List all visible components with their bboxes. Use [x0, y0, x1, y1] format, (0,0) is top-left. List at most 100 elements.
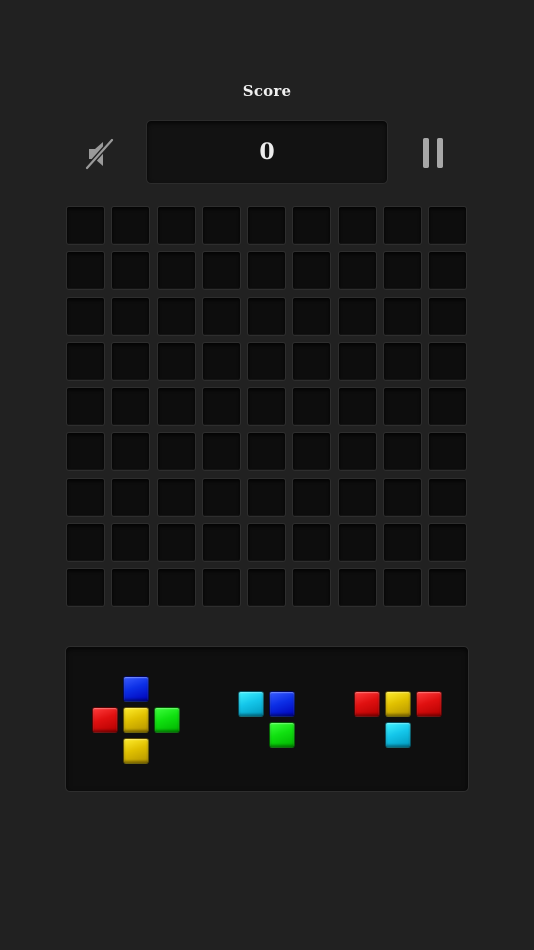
pause-button[interactable] — [416, 134, 450, 172]
board-cell[interactable] — [383, 523, 422, 562]
board-cell[interactable] — [338, 478, 377, 517]
game-board — [66, 206, 468, 608]
board-cell[interactable] — [292, 523, 331, 562]
board-cell[interactable] — [292, 387, 331, 426]
board-cell[interactable] — [111, 432, 150, 471]
board-cell[interactable] — [66, 523, 105, 562]
board-cell[interactable] — [111, 387, 150, 426]
board-cell[interactable] — [66, 478, 105, 517]
board-cell[interactable] — [383, 387, 422, 426]
board-cell[interactable] — [202, 387, 241, 426]
board-cell[interactable] — [202, 432, 241, 471]
board-cell[interactable] — [428, 206, 467, 245]
board-cell[interactable] — [202, 568, 241, 607]
board-cell[interactable] — [202, 206, 241, 245]
mute-button[interactable] — [82, 136, 118, 172]
board-cell[interactable] — [247, 478, 286, 517]
board-cell[interactable] — [202, 251, 241, 290]
board-cell[interactable] — [383, 251, 422, 290]
board-cell[interactable] — [157, 568, 196, 607]
board-cell[interactable] — [292, 342, 331, 381]
board-cell[interactable] — [383, 478, 422, 517]
board-cell[interactable] — [338, 432, 377, 471]
board-cell[interactable] — [383, 342, 422, 381]
board-cell[interactable] — [157, 206, 196, 245]
board-cell[interactable] — [66, 387, 105, 426]
board-cell[interactable] — [428, 342, 467, 381]
board-cell[interactable] — [247, 206, 286, 245]
board-cell[interactable] — [428, 297, 467, 336]
block-green — [269, 722, 295, 748]
board-cell[interactable] — [111, 297, 150, 336]
block-red — [92, 707, 118, 733]
board-cell[interactable] — [428, 432, 467, 471]
score-display: 0 — [146, 120, 388, 184]
board-cell[interactable] — [338, 251, 377, 290]
block-blue — [123, 676, 149, 702]
board-cell[interactable] — [157, 387, 196, 426]
board-cell[interactable] — [202, 478, 241, 517]
block-blue — [269, 691, 295, 717]
board-cell[interactable] — [157, 251, 196, 290]
board-cell[interactable] — [111, 251, 150, 290]
board-cell[interactable] — [157, 523, 196, 562]
board-cell[interactable] — [111, 568, 150, 607]
board-cell[interactable] — [338, 523, 377, 562]
block-cyan — [385, 722, 411, 748]
board-cell[interactable] — [292, 297, 331, 336]
board-cell[interactable] — [157, 432, 196, 471]
board-cell[interactable] — [338, 297, 377, 336]
board-cell[interactable] — [428, 387, 467, 426]
board-cell[interactable] — [202, 297, 241, 336]
board-cell[interactable] — [66, 432, 105, 471]
board-cell[interactable] — [292, 568, 331, 607]
board-cell[interactable] — [157, 478, 196, 517]
board-cell[interactable] — [66, 297, 105, 336]
board-cell[interactable] — [292, 478, 331, 517]
board-cell[interactable] — [66, 568, 105, 607]
board-cell[interactable] — [383, 432, 422, 471]
board-cell[interactable] — [247, 387, 286, 426]
board-cell[interactable] — [247, 251, 286, 290]
board-cell[interactable] — [338, 342, 377, 381]
board-cell[interactable] — [428, 478, 467, 517]
board-cell[interactable] — [428, 523, 467, 562]
board-cell[interactable] — [111, 478, 150, 517]
pause-icon-bar — [423, 138, 429, 168]
board-cell[interactable] — [292, 206, 331, 245]
board-cell[interactable] — [338, 206, 377, 245]
board-cell[interactable] — [111, 342, 150, 381]
board-cell[interactable] — [202, 523, 241, 562]
board-cell[interactable] — [292, 251, 331, 290]
board-cell[interactable] — [428, 251, 467, 290]
board-cell[interactable] — [111, 523, 150, 562]
board-cell[interactable] — [292, 432, 331, 471]
board-cell[interactable] — [383, 568, 422, 607]
board-cell[interactable] — [428, 568, 467, 607]
block-yellow — [123, 738, 149, 764]
pause-icon-bar — [437, 138, 443, 168]
board-cell[interactable] — [202, 342, 241, 381]
board-cell[interactable] — [338, 568, 377, 607]
board-cell[interactable] — [338, 387, 377, 426]
board-cell[interactable] — [111, 206, 150, 245]
board-cell[interactable] — [157, 342, 196, 381]
board-cell[interactable] — [247, 342, 286, 381]
board-cell[interactable] — [66, 342, 105, 381]
board-cell[interactable] — [157, 297, 196, 336]
score-label: Score — [242, 82, 292, 100]
score-value: 0 — [259, 139, 275, 165]
block-red — [354, 691, 380, 717]
board-cell[interactable] — [66, 251, 105, 290]
board-cell[interactable] — [247, 297, 286, 336]
speaker-muted-icon — [85, 138, 114, 170]
board-cell[interactable] — [383, 206, 422, 245]
block-red — [416, 691, 442, 717]
board-cell[interactable] — [66, 206, 105, 245]
board-cell[interactable] — [247, 568, 286, 607]
piece-tray — [65, 646, 469, 792]
board-cell[interactable] — [383, 297, 422, 336]
board-cell[interactable] — [247, 432, 286, 471]
board-cell[interactable] — [247, 523, 286, 562]
block-yellow — [385, 691, 411, 717]
